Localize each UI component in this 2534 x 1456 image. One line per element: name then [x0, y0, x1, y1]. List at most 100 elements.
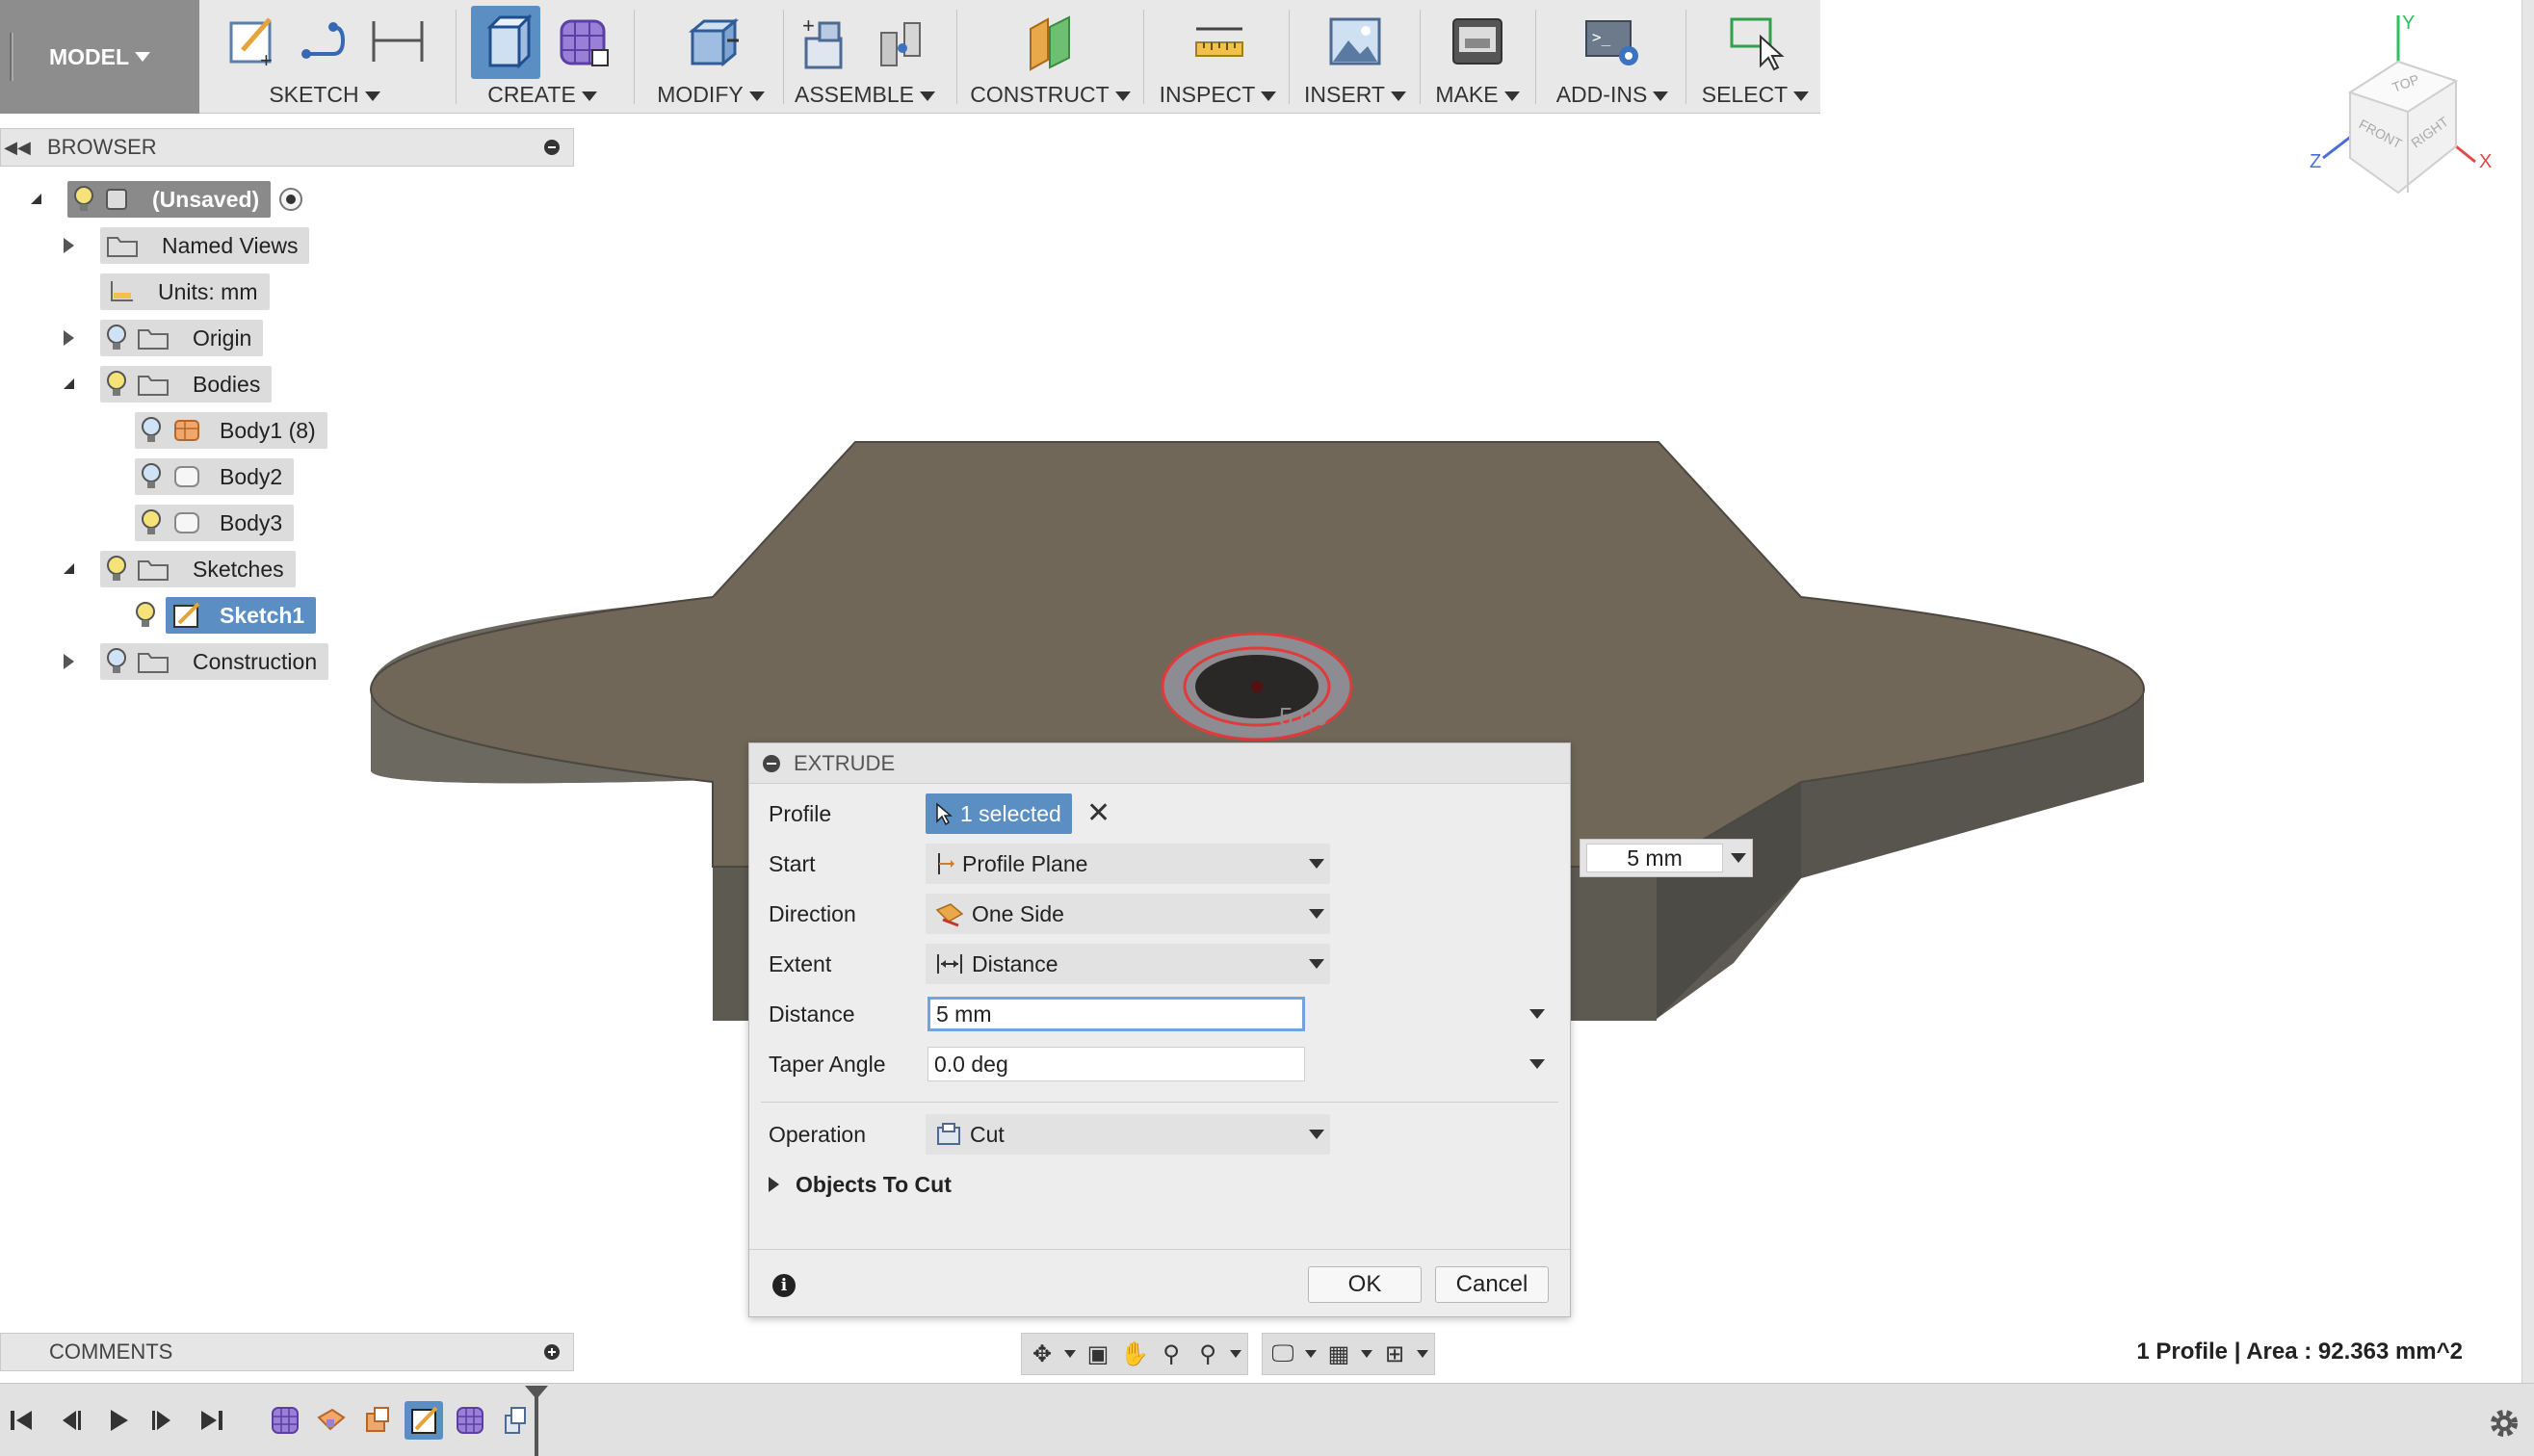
timeline-split-feature-icon[interactable]: [358, 1401, 397, 1440]
play-icon[interactable]: [100, 1403, 135, 1438]
tree-item-body3[interactable]: Body3: [135, 504, 295, 542]
step-forward-icon[interactable]: [146, 1403, 181, 1438]
tree-root-row[interactable]: (Unsaved): [31, 180, 305, 219]
viewports-icon[interactable]: ⊞: [1380, 1339, 1409, 1368]
select-window-icon[interactable]: [1726, 12, 1786, 71]
collapse-triangle-icon[interactable]: [31, 194, 41, 204]
add-ins-group[interactable]: >_ ADD-INS: [1540, 0, 1685, 114]
minimize-icon[interactable]: [763, 754, 780, 772]
minimize-icon[interactable]: [544, 140, 560, 155]
toolbar-grip[interactable]: [10, 33, 13, 81]
chevron-down-icon[interactable]: [1305, 1350, 1317, 1358]
create-group[interactable]: CREATE: [460, 0, 624, 114]
modify-menu-label[interactable]: MODIFY: [657, 82, 743, 107]
chevron-down-icon[interactable]: [1731, 853, 1746, 863]
activate-radio-icon[interactable]: [276, 185, 305, 214]
add-ins-menu-label[interactable]: ADD-INS: [1556, 82, 1648, 107]
go-to-start-icon[interactable]: [4, 1403, 39, 1438]
grid-settings-icon[interactable]: ▦: [1324, 1339, 1353, 1368]
form-icon[interactable]: [554, 12, 614, 71]
lightbulb-icon[interactable]: [141, 462, 162, 491]
timeline-form-feature-icon[interactable]: [266, 1401, 304, 1440]
lightbulb-icon[interactable]: [106, 324, 127, 352]
assemble-menu-label[interactable]: ASSEMBLE: [795, 82, 914, 107]
orbit-icon[interactable]: ✥: [1028, 1339, 1057, 1368]
make-menu-label[interactable]: MAKE: [1435, 82, 1498, 107]
clear-selection-icon[interactable]: ✕: [1086, 799, 1110, 828]
sketch-group[interactable]: + SKETCH: [204, 0, 445, 114]
tree-item-sketches[interactable]: Sketches: [64, 550, 296, 588]
lightbulb-icon[interactable]: [106, 370, 127, 399]
select-menu-label[interactable]: SELECT: [1702, 82, 1788, 107]
gear-icon[interactable]: [2488, 1407, 2521, 1440]
go-to-end-icon[interactable]: [195, 1403, 229, 1438]
insert-group[interactable]: INSERT: [1293, 0, 1417, 114]
construct-group[interactable]: CONSTRUCT: [961, 0, 1139, 114]
cancel-button[interactable]: Cancel: [1435, 1266, 1549, 1303]
taper-angle-input[interactable]: 0.0 deg: [927, 1047, 1305, 1081]
extrude-dialog-header[interactable]: EXTRUDE: [749, 743, 1570, 784]
objects-to-cut-row[interactable]: Objects To Cut: [749, 1162, 1572, 1207]
collapse-triangle-icon[interactable]: [64, 378, 74, 389]
lightbulb-icon[interactable]: [135, 601, 156, 630]
assemble-group[interactable]: + ASSEMBLE: [788, 0, 942, 114]
tree-root-node[interactable]: (Unsaved): [67, 181, 272, 218]
view-cube[interactable]: TOP FRONT RIGHT Y X Z: [2302, 4, 2504, 206]
inspect-menu-label[interactable]: INSPECT: [1160, 82, 1256, 107]
selected-profile-hole[interactable]: 5.00: [1161, 632, 1353, 741]
extrude-icon[interactable]: [471, 6, 540, 79]
collapse-panel-icon[interactable]: ◀◀: [1, 138, 34, 158]
profile-selection-button[interactable]: 1 selected: [926, 793, 1072, 834]
lightbulb-icon[interactable]: [106, 555, 127, 584]
objects-to-cut-label[interactable]: Objects To Cut: [796, 1172, 952, 1198]
create-menu-label[interactable]: CREATE: [487, 82, 576, 107]
chevron-down-icon[interactable]: [1529, 1009, 1545, 1019]
pan-hand-icon[interactable]: ✋: [1120, 1339, 1149, 1368]
zoom-icon[interactable]: ⚲: [1157, 1339, 1186, 1368]
direction-select[interactable]: One Side: [926, 894, 1330, 934]
comments-panel[interactable]: COMMENTS: [0, 1333, 574, 1371]
insert-image-icon[interactable]: [1325, 12, 1385, 71]
line-tool-icon[interactable]: [295, 12, 354, 71]
timeline-marker[interactable]: [525, 1386, 548, 1456]
ok-button[interactable]: OK: [1308, 1266, 1422, 1303]
joint-icon[interactable]: [872, 12, 931, 71]
lightbulb-icon[interactable]: [141, 416, 162, 445]
info-icon[interactable]: i: [772, 1274, 796, 1297]
expand-triangle-icon[interactable]: [64, 654, 74, 669]
chevron-down-icon[interactable]: [1230, 1350, 1241, 1358]
measure-icon[interactable]: [1189, 12, 1248, 71]
tree-item-named-views[interactable]: Named Views: [64, 226, 310, 265]
tree-item-origin[interactable]: Origin: [64, 319, 264, 357]
select-group[interactable]: SELECT: [1690, 0, 1820, 114]
lightbulb-icon[interactable]: [141, 508, 162, 537]
floating-distance-field[interactable]: 5 mm: [1586, 844, 1723, 872]
chevron-down-icon[interactable]: [1361, 1350, 1372, 1358]
tree-item-sketch1[interactable]: Sketch1: [135, 596, 317, 635]
construct-menu-label[interactable]: CONSTRUCT: [970, 82, 1109, 107]
timeline-extrude-feature-icon[interactable]: [495, 1401, 534, 1440]
extent-select[interactable]: Distance: [926, 944, 1330, 984]
distance-input[interactable]: 5 mm: [927, 997, 1305, 1031]
scripts-addins-icon[interactable]: >_: [1582, 12, 1642, 71]
display-settings-icon[interactable]: 🖵: [1268, 1339, 1297, 1368]
expand-triangle-icon[interactable]: [64, 238, 74, 253]
step-back-icon[interactable]: [52, 1403, 87, 1438]
timeline-form-feature-icon[interactable]: [451, 1401, 489, 1440]
expand-triangle-icon[interactable]: [64, 330, 74, 346]
start-select[interactable]: Profile Plane: [926, 844, 1330, 884]
press-pull-icon[interactable]: [681, 12, 741, 71]
workspace-switcher[interactable]: MODEL: [0, 0, 199, 114]
floating-distance-input[interactable]: 5 mm: [1580, 839, 1753, 877]
look-at-icon[interactable]: ▣: [1084, 1339, 1112, 1368]
create-sketch-icon[interactable]: +: [222, 12, 281, 71]
browser-header[interactable]: ◀◀ BROWSER: [0, 128, 574, 167]
offset-plane-icon[interactable]: [1021, 12, 1081, 71]
timeline-sketch-feature-icon[interactable]: [405, 1401, 443, 1440]
dimension-tool-icon[interactable]: [368, 12, 428, 71]
sketch-menu-label[interactable]: SKETCH: [269, 82, 358, 107]
tree-item-body2[interactable]: Body2: [135, 457, 295, 496]
make-group[interactable]: MAKE: [1424, 0, 1530, 114]
modify-group[interactable]: MODIFY: [639, 0, 783, 114]
lightbulb-icon[interactable]: [73, 185, 94, 214]
